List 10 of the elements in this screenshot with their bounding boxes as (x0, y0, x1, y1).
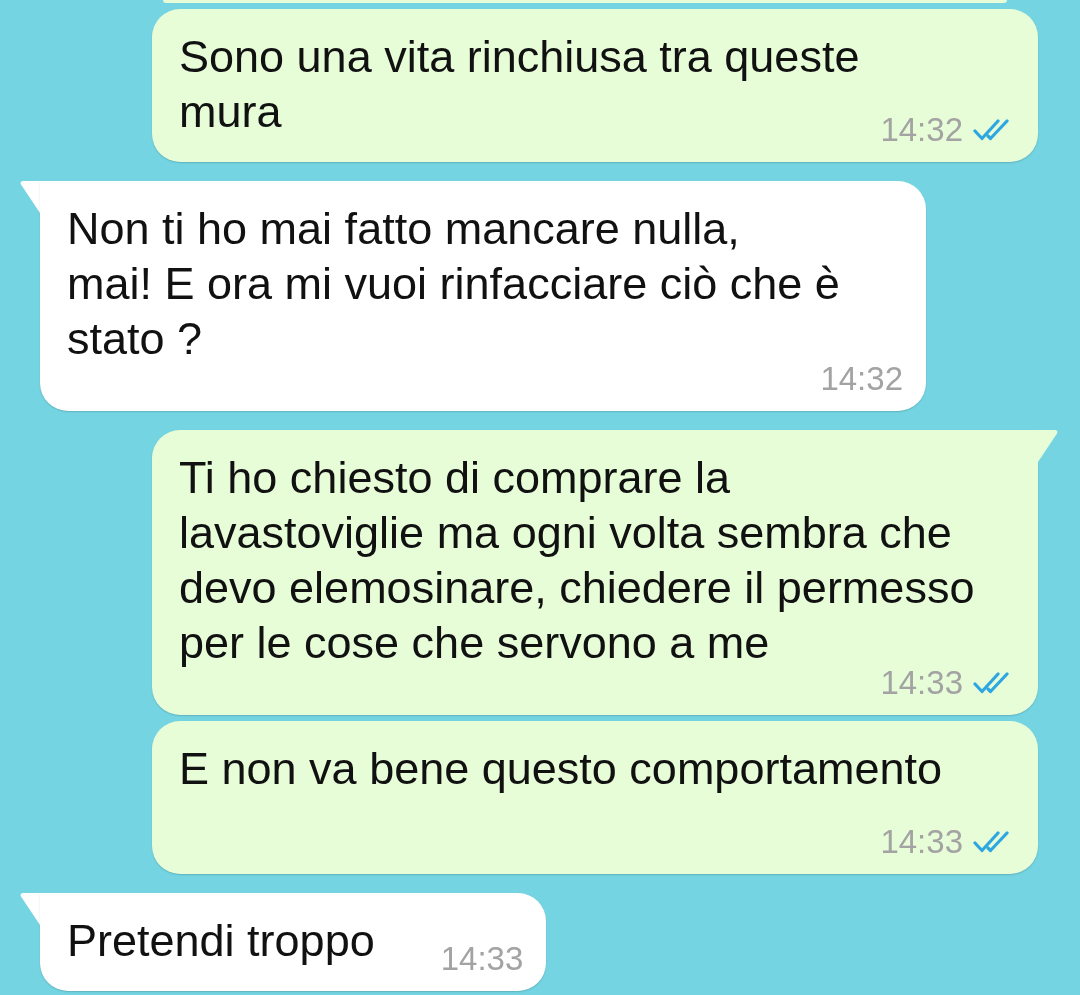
message-time: 14:32 (880, 117, 963, 143)
message-text: Ti ho chiesto di comprare la lavastoviglie ma ogni volta sembra che devo elemosinare, chiedere il permesso per le cose che servono a me (179, 452, 975, 668)
message-text: Pretendi troppo (67, 915, 375, 966)
message-time: 14:32 (820, 366, 903, 392)
message-time: 14:33 (880, 829, 963, 855)
message-text: Sono una vita rinchiusa tra queste mura (179, 31, 860, 137)
message-text: E non va bene questo comportamento (179, 743, 942, 794)
message-time: 14:33 (440, 946, 524, 972)
message-text: Non ti ho mai fatto mancare nulla, mai! E ora mi vuoi rinfacciare ciò che è stato ? (67, 203, 840, 364)
message-time: 14:33 (880, 670, 963, 696)
